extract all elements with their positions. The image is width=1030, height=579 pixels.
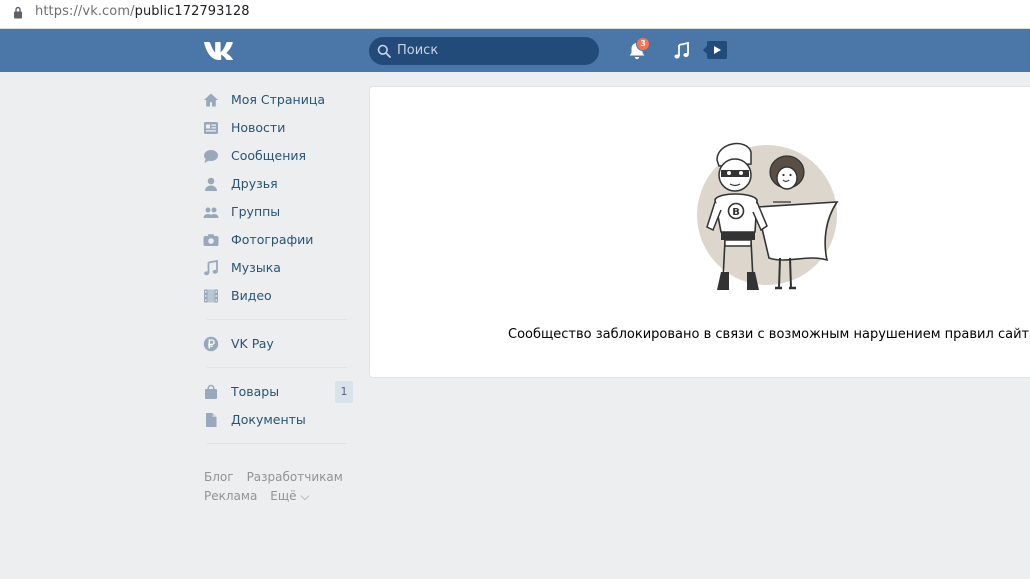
blocked-community-card: B Сообщество заблокировано в связи с воз… — [369, 86, 1030, 378]
footer-link-blog[interactable]: Блог — [204, 470, 234, 484]
vk-logo-icon[interactable] — [203, 40, 237, 60]
news-icon — [204, 122, 218, 134]
sidebar-divider — [207, 367, 347, 368]
sidebar-item-label: Новости — [231, 120, 286, 135]
sidebar-item-news[interactable]: Новости — [197, 114, 357, 142]
superhero-couple-illustration: B — [697, 142, 839, 290]
sidebar-item-messages[interactable]: Сообщения — [197, 142, 357, 170]
url-path: public172793128 — [134, 4, 250, 19]
browser-address-bar[interactable]: https://vk.com/public172793128 — [0, 0, 1030, 29]
search-icon — [377, 44, 391, 58]
sidebar-item-label: Видео — [231, 288, 272, 303]
sidebar-item-label: Группы — [231, 204, 281, 219]
bag-icon — [205, 384, 217, 399]
lock-icon — [14, 6, 22, 19]
url-text[interactable]: https://vk.com/public172793128 — [35, 4, 250, 19]
footer-link-ads[interactable]: Реклама — [204, 489, 257, 503]
footer-link-developers[interactable]: Разработчикам — [247, 470, 343, 484]
top-header: Поиск 3 — [0, 29, 1030, 72]
sidebar-item-goods[interactable]: Товары 1 — [197, 378, 357, 406]
film-icon — [204, 289, 218, 303]
sidebar-item-documents[interactable]: Документы — [197, 406, 357, 434]
sidebar-item-my-page[interactable]: Моя Страница — [197, 86, 357, 114]
friends-icon — [205, 177, 217, 191]
notifications-badge: 3 — [636, 37, 650, 51]
sidebar-divider — [207, 319, 347, 320]
groups-icon — [203, 207, 219, 218]
goods-counter-badge: 1 — [335, 381, 353, 403]
svg-text:B: B — [732, 207, 740, 218]
sidebar-item-vk-pay[interactable]: VK Pay — [197, 330, 357, 358]
music-note-icon — [204, 260, 218, 276]
footer-link-more[interactable]: Ещё ⌵ — [270, 489, 309, 503]
search-placeholder: Поиск — [397, 43, 439, 58]
sidebar-item-groups[interactable]: Группы — [197, 198, 357, 226]
sidebar-item-label: Фотографии — [231, 232, 314, 247]
sidebar-divider — [207, 443, 347, 444]
sidebar-item-label: Сообщения — [231, 148, 307, 163]
sidebar-item-music[interactable]: Музыка — [197, 254, 357, 282]
sidebar-item-label: Моя Страница — [231, 92, 325, 107]
sidebar-item-label: VK Pay — [231, 336, 274, 351]
sidebar-item-label: Друзья — [231, 176, 278, 191]
left-sidebar: Моя Страница Новости Сообщения Друзья Гр… — [197, 86, 357, 454]
search-input[interactable]: Поиск — [369, 37, 599, 65]
home-icon — [204, 93, 218, 107]
sidebar-item-photos[interactable]: Фотографии — [197, 226, 357, 254]
camera-icon — [203, 234, 219, 246]
ruble-icon — [203, 336, 219, 352]
sidebar-item-label: Документы — [231, 412, 306, 427]
sidebar-item-label: Музыка — [231, 260, 281, 275]
document-icon — [206, 413, 217, 427]
sidebar-item-label: Товары — [231, 384, 280, 399]
sidebar-item-video[interactable]: Видео — [197, 282, 357, 310]
music-icon[interactable] — [673, 42, 691, 60]
video-play-icon[interactable] — [703, 40, 728, 60]
blocked-message: Сообщество заблокировано в связи с возмо… — [508, 327, 1030, 342]
url-host: https://vk.com/ — [35, 4, 135, 19]
sidebar-footer: Блог Разработчикам Реклама Ещё ⌵ — [204, 468, 384, 506]
sidebar-item-friends[interactable]: Друзья — [197, 170, 357, 198]
messages-icon — [204, 150, 218, 163]
